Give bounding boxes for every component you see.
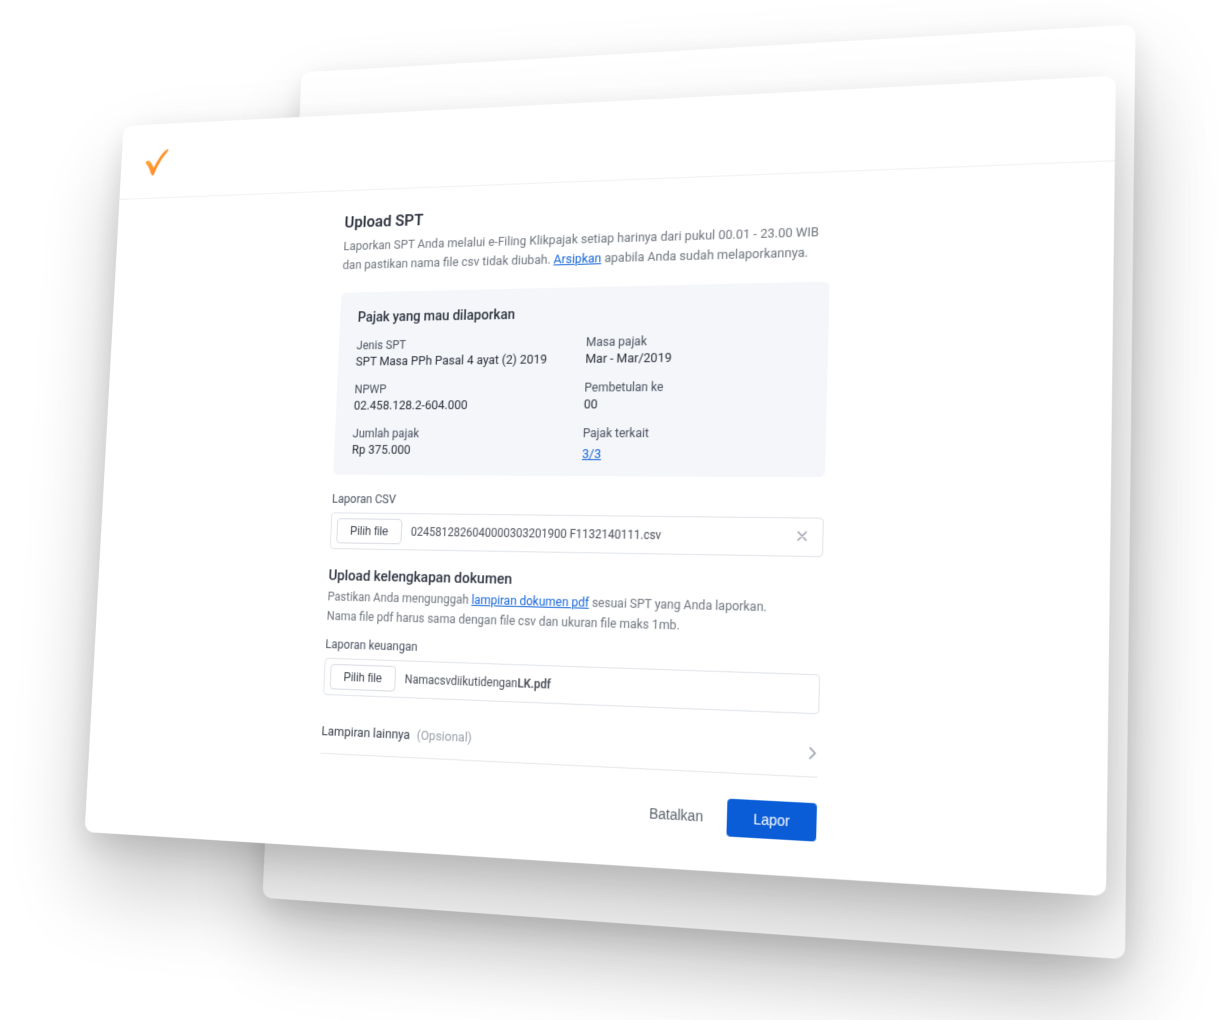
csv-label: Laporan CSV — [332, 492, 825, 511]
page-subtitle: Laporkan SPT Anda melalui e-Filing Klikp… — [342, 223, 831, 276]
tax-info-panel: Pajak yang mau dilaporkan Jenis SPT SPT … — [333, 282, 830, 478]
info-pembetulan: Pembetulan ke 00 — [584, 379, 808, 413]
docs-section-sub: Pastikan Anda mengunggah lampiran dokume… — [326, 588, 822, 640]
docs-sub-c: Nama file pdf harus sama dengan file csv… — [326, 609, 680, 634]
docs-sub-link[interactable]: lampiran dokumen pdf — [471, 593, 589, 611]
keuangan-filename-prefix: Namacsvdiikutidengan — [404, 672, 517, 690]
check-logo-icon — [142, 146, 171, 176]
pembetulan-value: 00 — [584, 396, 807, 412]
upload-spt-card: Upload SPT Laporkan SPT Anda melalui e-F… — [85, 76, 1116, 897]
info-jumlah: Jumlah pajak Rp 375.000 — [351, 427, 560, 463]
chevron-right-icon — [808, 744, 817, 764]
docs-sub-b: sesuai SPT yang Anda laporkan. — [592, 596, 767, 616]
npwp-label: NPWP — [354, 381, 562, 397]
masa-label: Masa pajak — [586, 332, 809, 350]
form-actions: Batalkan Lapor — [318, 777, 817, 841]
csv-file-input[interactable]: Pilih file 0245812826040000303201900 F11… — [330, 513, 824, 558]
jumlah-label: Jumlah pajak — [352, 427, 560, 442]
jenis-label: Jenis SPT — [356, 336, 563, 354]
pembetulan-label: Pembetulan ke — [584, 379, 807, 396]
cancel-button[interactable]: Batalkan — [643, 794, 710, 835]
terkait-link[interactable]: 3/3 — [582, 447, 601, 462]
info-panel-title: Pajak yang mau dilaporkan — [357, 301, 809, 326]
info-npwp: NPWP 02.458.128.2-604.000 — [354, 381, 563, 413]
info-jenis: Jenis SPT SPT Masa PPh Pasal 4 ayat (2) … — [355, 336, 563, 370]
lampiran-lainnya-row[interactable]: Lampiran lainnya (Opsional) — [321, 713, 819, 778]
jumlah-value: Rp 375.000 — [352, 443, 560, 458]
arsipkan-link[interactable]: Arsipkan — [553, 252, 601, 268]
csv-field: Laporan CSV Pilih file 02458128260400003… — [330, 492, 825, 557]
keuangan-filename-bold: LK.pdf — [517, 676, 551, 691]
keuangan-field: Laporan keuangan Pilih file Namacsvdiiku… — [323, 637, 820, 714]
csv-clear-icon[interactable] — [792, 528, 813, 547]
info-masa: Masa pajak Mar - Mar/2019 — [585, 332, 808, 367]
terkait-label: Pajak terkait — [583, 426, 806, 441]
keuangan-choose-button[interactable]: Pilih file — [330, 664, 397, 692]
keuangan-file-input[interactable]: Pilih file NamacsvdiikutidenganLK.pdf — [323, 658, 820, 715]
csv-choose-button[interactable]: Pilih file — [336, 518, 402, 544]
info-terkait: Pajak terkait 3/3 — [582, 426, 806, 463]
submit-button[interactable]: Lapor — [727, 799, 817, 842]
subtitle-text-b: apabila Anda sudah melaporkannya. — [604, 246, 808, 266]
lampiran-optional: (Opsional) — [416, 728, 472, 745]
lampiran-label: Lampiran lainnya — [321, 724, 410, 743]
keuangan-filename: NamacsvdiikutidenganLK.pdf — [404, 672, 808, 701]
masa-value: Mar - Mar/2019 — [585, 349, 808, 367]
npwp-value: 02.458.128.2-604.000 — [354, 398, 562, 414]
jenis-value: SPT Masa PPh Pasal 4 ayat (2) 2019 — [355, 353, 563, 370]
docs-sub-a: Pastikan Anda mengunggah — [327, 590, 472, 608]
csv-filename: 0245812826040000303201900 F1132140111.cs… — [411, 525, 782, 544]
lampiran-label-wrap: Lampiran lainnya (Opsional) — [321, 724, 472, 746]
